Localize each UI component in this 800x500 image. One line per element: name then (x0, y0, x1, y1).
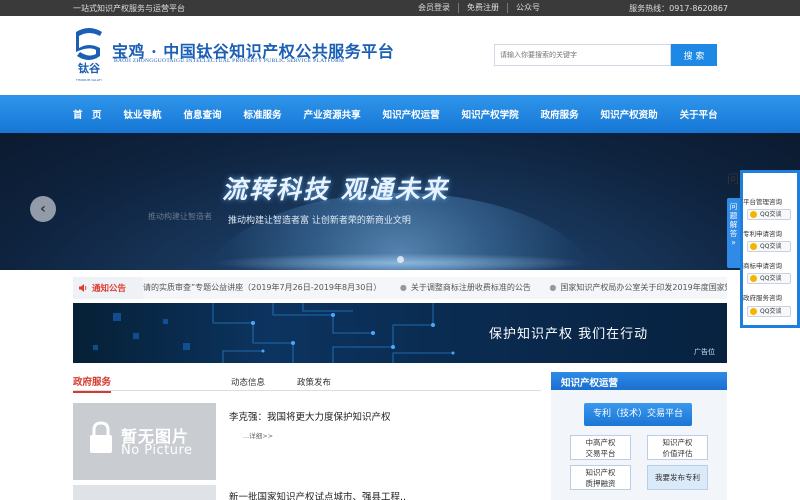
qa-item-patent: 专利申请咨询 (743, 230, 782, 238)
site-subtitle: BAOJI ZHONGGUOTAIGU INTELLECTUAL PROPERT… (114, 58, 345, 64)
button-label-line: 价值评估 (662, 449, 693, 458)
nav-about[interactable]: 关于平台 (669, 107, 729, 121)
gov-section-header: 政府服务 动态信息 政策发布 (73, 373, 541, 393)
qq-chat-button[interactable]: QQ交谈 (747, 306, 791, 317)
top-bar: 一站式知识产权服务与运营平台 会员登录 免费注册 公众号 服务热线：0917-8… (0, 0, 800, 16)
notice-ticker: 请的实质审查”专题公益讲座（2019年7月26日-2019年8月30日） ● 关于… (143, 277, 727, 299)
qq-chat-button[interactable]: QQ交谈 (747, 209, 791, 220)
qa-tab-label: 问题解答 (729, 202, 738, 238)
search-bar: 搜 索 (494, 44, 717, 66)
article-title[interactable]: 新一批国家知识产权试点城市、强县工程.. (229, 489, 406, 500)
ad-tag: 广告位 (694, 348, 715, 356)
speaker-icon (79, 284, 87, 292)
header: 钛谷 TITANIUM VALLEY 宝鸡 · 中国钛谷知识产权公共服务平台 B… (0, 16, 800, 94)
search-button[interactable]: 搜 索 (671, 44, 717, 66)
read-more-link[interactable]: ...详细>> (243, 430, 273, 440)
nav-ip-operation[interactable]: 知识产权运营 (372, 107, 451, 121)
qa-item-trademark: 商标申请咨询 (743, 262, 782, 270)
article-thumbnail[interactable]: 暂无图片 No Picture (73, 403, 216, 480)
qq-chat-button[interactable]: QQ交谈 (747, 273, 791, 284)
notice-item[interactable]: 请的实质审查”专题公益讲座（2019年7月26日-2019年8月30日） (143, 283, 381, 292)
site-logo[interactable]: 钛谷 TITANIUM VALLEY (72, 26, 106, 86)
notice-label: 通知公告 (73, 277, 143, 299)
page: 一站式知识产权服务与运营平台 会员登录 免费注册 公众号 服务热线：0917-8… (0, 0, 800, 500)
article-thumbnail[interactable] (73, 485, 216, 500)
tab-dynamic-info[interactable]: 动态信息 (231, 376, 265, 388)
ip-panel-title: 知识产权运营 (561, 378, 619, 389)
site-slogan: 一站式知识产权服务与运营平台 (73, 4, 185, 13)
ip-panel-header: 知识产权运营 (551, 372, 727, 390)
logo-text: 钛谷 (78, 61, 101, 75)
nav-standards[interactable]: 标准服务 (233, 107, 293, 121)
ip-trade-button[interactable]: 中高产权 交易平台 (570, 435, 631, 460)
ad-slogan: 保护知识产权 我们在行动 (489, 327, 649, 342)
qq-chat-button[interactable]: QQ交谈 (747, 241, 791, 252)
notice-bar: 通知公告 请的实质审查”专题公益讲座（2019年7月26日-2019年8月30日… (73, 277, 727, 299)
nav-resources[interactable]: 产业资源共享 (293, 107, 372, 121)
notice-item[interactable]: ● 关于调整商标注册收费标准的公告 (400, 283, 531, 292)
notice-item[interactable]: ● 国家知识产权局办公室关于印发2019年度国家知 (549, 283, 727, 292)
publish-patent-button[interactable]: 我要发布专利 (647, 465, 708, 490)
login-link[interactable]: 会员登录 (418, 3, 458, 13)
nav-ip-academy[interactable]: 知识产权学院 (451, 107, 530, 121)
gov-section-title[interactable]: 政府服务 (73, 374, 112, 393)
hero-banner[interactable]: 推动构建让智造者 流转科技 观通未来 推动构建让智造者富 让创新者荣的新商业文明… (0, 133, 800, 270)
ad-banner[interactable]: 保护知识产权 我们在行动 广告位 (73, 303, 727, 363)
button-label-line: 交易平台 (585, 449, 616, 458)
no-picture-en: No Picture (121, 443, 193, 458)
ip-pledge-button[interactable]: 知识产权 质押融资 (570, 465, 631, 490)
lock-icon (90, 421, 112, 453)
main-nav: 首 页 钛业导航 信息查询 标准服务 产业资源共享 知识产权运营 知识产权学院 … (0, 95, 800, 133)
qa-item-gov: 政府服务咨询 (743, 294, 782, 302)
nav-industry[interactable]: 钛业导航 (113, 107, 173, 121)
nav-info-query[interactable]: 信息查询 (173, 107, 233, 121)
qa-toggle-tab[interactable]: 问题解答» (727, 198, 740, 268)
qa-float-panel: 问题解答» 问题解答窗口 平台管理咨询 QQ交谈 专利申请咨询 QQ交谈 商标申… (727, 170, 800, 328)
ip-operation-panel: 知识产权运营 专利（技术）交易平台 中高产权 交易平台 知识产权 价值评估 知识… (551, 372, 727, 500)
top-links: 会员登录 免费注册 公众号 (418, 3, 548, 13)
nav-home[interactable]: 首 页 (62, 107, 113, 121)
button-label-line: 中高产权 (585, 438, 616, 447)
tab-policy[interactable]: 政策发布 (297, 376, 331, 388)
banner-tagline: 推动构建让智造者富 让创新者荣的新商业文明 (228, 216, 411, 226)
button-label-line: 知识产权 (585, 468, 616, 477)
carousel-dot[interactable] (397, 256, 404, 263)
nav-gov-services[interactable]: 政府服务 (530, 107, 590, 121)
qa-item-platform: 平台管理咨询 (743, 198, 782, 206)
gov-services-section: 政府服务 动态信息 政策发布 暂无图片 No Picture 李克强：我国将更大… (73, 373, 541, 500)
banner-ghost-text: 推动构建让智造者 (148, 212, 212, 221)
article-title[interactable]: 李克强：我国将更大力度保护知识产权 (229, 409, 391, 423)
register-link[interactable]: 免费注册 (458, 3, 507, 13)
service-hotline: 服务热线：0917-8620867 (629, 4, 728, 13)
banner-headline: 流转科技 观通未来 (222, 175, 449, 204)
search-input[interactable] (494, 44, 671, 66)
button-label-line: 质押融资 (585, 479, 616, 488)
carousel-prev-icon[interactable]: ‹ (30, 196, 56, 222)
notice-title: 通知公告 (92, 284, 127, 294)
ip-valuation-button[interactable]: 知识产权 价值评估 (647, 435, 708, 460)
nav-ip-funding[interactable]: 知识产权资助 (590, 107, 669, 121)
button-label-line: 知识产权 (662, 438, 693, 447)
logo-subtext: TITANIUM VALLEY (75, 78, 102, 82)
patent-trade-button[interactable]: 专利（技术）交易平台 (584, 403, 692, 426)
wechat-link[interactable]: 公众号 (507, 3, 548, 13)
